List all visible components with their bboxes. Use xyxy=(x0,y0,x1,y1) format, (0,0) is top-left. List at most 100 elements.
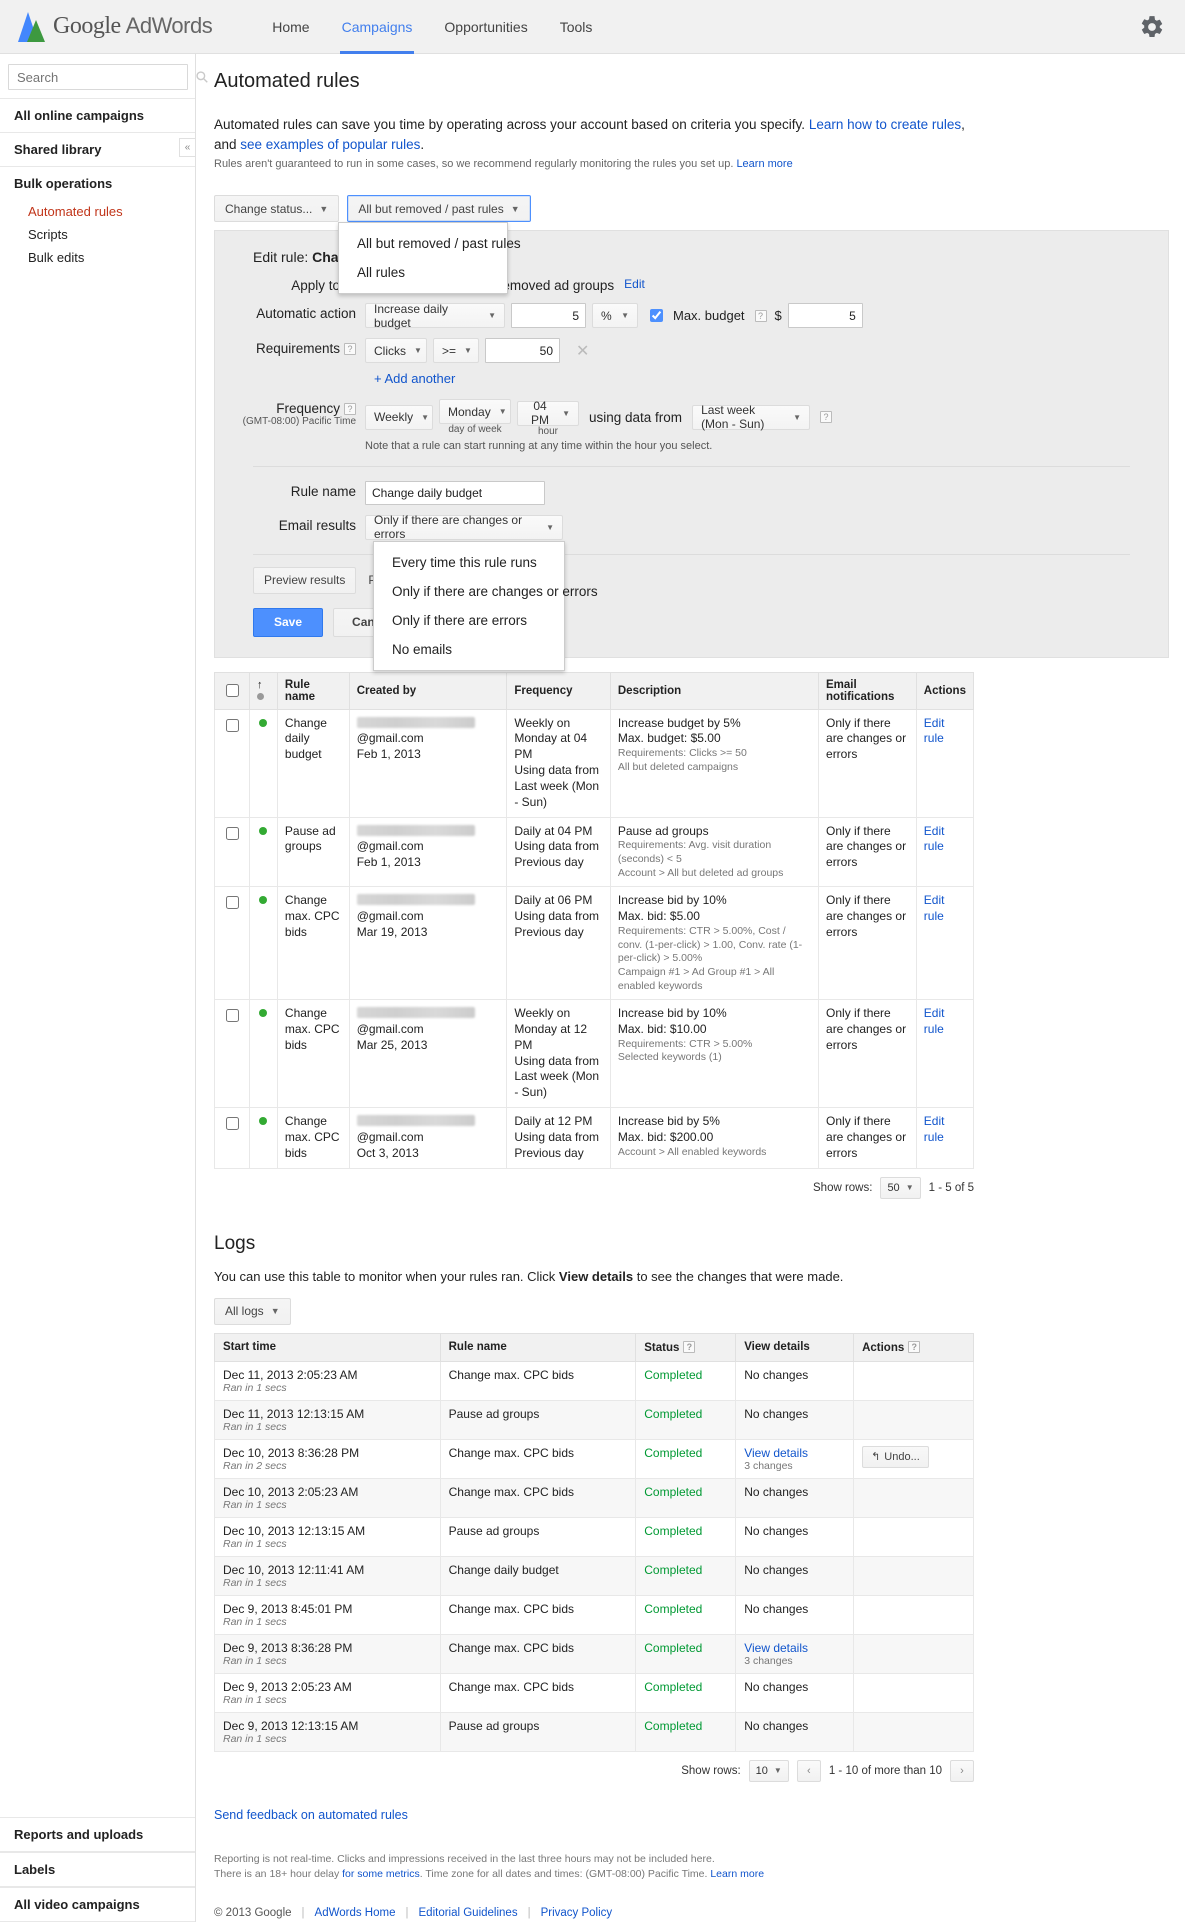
email-option-changes-or-errors[interactable]: Only if there are changes or errors xyxy=(374,577,598,606)
help-icon[interactable]: ? xyxy=(908,1340,921,1353)
sidebar-item-bulk-operations[interactable]: Bulk operations xyxy=(0,166,195,200)
header-log-rule-name[interactable]: Rule name xyxy=(439,1332,637,1362)
gear-icon[interactable] xyxy=(1139,14,1165,40)
header-view-details[interactable]: View details xyxy=(735,1332,855,1362)
add-another-requirement-link[interactable]: + Add another xyxy=(374,371,1148,386)
row-checkbox[interactable] xyxy=(226,826,239,840)
sidebar-item-shared-library[interactable]: Shared library xyxy=(0,132,195,166)
cell-log-rule-name: Change max. CPC bids xyxy=(439,1633,637,1674)
header-description[interactable]: Description xyxy=(609,671,820,710)
sidebar-item-all-online-campaigns[interactable]: All online campaigns xyxy=(0,98,195,132)
sidebar-item-bulk-edits[interactable]: Bulk edits xyxy=(0,246,195,269)
requirement-value-input[interactable] xyxy=(485,338,560,364)
view-details-link[interactable]: View details xyxy=(744,1641,808,1655)
change-status-button[interactable]: Change status... ▼ xyxy=(214,195,340,223)
logs-filter-button[interactable]: All logs ▼ xyxy=(214,1297,291,1325)
header-log-status[interactable]: Status? xyxy=(635,1332,737,1362)
cell-log-status: Completed xyxy=(635,1399,737,1440)
header-actions[interactable]: Actions xyxy=(915,671,975,710)
search-input[interactable] xyxy=(15,68,195,86)
close-icon[interactable]: ✕ xyxy=(576,341,589,361)
email-option-every-time[interactable]: Every time this rule runs xyxy=(374,548,564,577)
row-checkbox[interactable] xyxy=(226,1009,239,1023)
preview-results-button[interactable]: Preview results xyxy=(253,566,357,594)
header-created-by[interactable]: Created by xyxy=(348,671,508,710)
help-icon[interactable]: ? xyxy=(344,403,356,416)
header-start-time[interactable]: Start time xyxy=(214,1332,441,1362)
sidebar-item-all-video-campaigns[interactable]: All video campaigns xyxy=(0,1887,195,1922)
frequency-day-select[interactable]: Monday ▼ xyxy=(439,399,511,425)
view-details-link[interactable]: View details xyxy=(744,1446,808,1460)
row-checkbox[interactable] xyxy=(226,1117,239,1131)
action-amount-input[interactable] xyxy=(511,303,586,329)
header-rule-name[interactable]: Rule name xyxy=(276,671,350,710)
select-all-checkbox[interactable] xyxy=(226,684,239,698)
apply-to-edit-link[interactable]: Edit xyxy=(624,277,645,291)
edit-rule-link[interactable]: Edit rule xyxy=(924,1006,945,1036)
help-icon[interactable]: ? xyxy=(820,411,833,424)
header-email-notifications[interactable]: Email notifications xyxy=(818,671,917,710)
frequency-interval-select[interactable]: Weekly ▼ xyxy=(365,404,433,430)
footer-link-privacy-policy[interactable]: Privacy Policy xyxy=(541,1905,613,1922)
edit-rule-link[interactable]: Edit rule xyxy=(924,893,945,923)
link-learn-more-footer[interactable]: Learn more xyxy=(710,1868,764,1880)
adwords-logo[interactable]: Google AdWords xyxy=(18,11,213,42)
logs-next-page-button[interactable]: › xyxy=(950,1759,974,1782)
rules-filter-button[interactable]: All but removed / past rules ▼ xyxy=(347,195,531,223)
using-data-from-select[interactable]: Last week (Mon - Sun) ▼ xyxy=(692,403,811,431)
log-row: Dec 9, 2013 8:36:28 PM Ran in 1 secs Chan… xyxy=(214,1633,974,1674)
search-box[interactable] xyxy=(8,64,208,90)
max-budget-checkbox[interactable] xyxy=(650,309,663,323)
page-title: Automated rules xyxy=(214,70,360,92)
rules-show-rows-select[interactable]: 50 ▼ xyxy=(880,1176,921,1199)
nav-link-campaigns[interactable]: Campaigns xyxy=(326,0,429,54)
filter-option-all-but-removed[interactable]: All but removed / past rules xyxy=(339,229,521,258)
logs-show-rows-select[interactable]: 10 ▼ xyxy=(748,1759,789,1782)
nav-link-home[interactable]: Home xyxy=(256,0,325,54)
undo-button[interactable]: ↰ Undo... xyxy=(862,1445,929,1468)
sidebar-item-reports-and-uploads[interactable]: Reports and uploads xyxy=(0,1817,195,1853)
log-row: Dec 9, 2013 2:05:23 AM Ran in 1 secs Chan… xyxy=(214,1672,974,1713)
cell-log-rule-name: Change daily budget xyxy=(439,1555,637,1596)
edit-rule-link[interactable]: Edit rule xyxy=(924,716,945,746)
sidebar-item-automated-rules[interactable]: Automated rules xyxy=(0,200,195,223)
requirement-operator-select[interactable]: >= ▼ xyxy=(433,338,479,364)
frequency-hour-select[interactable]: 04 PM ▼ xyxy=(517,399,579,428)
link-see-examples[interactable]: see examples of popular rules xyxy=(240,137,420,152)
link-for-some-metrics[interactable]: for some metrics xyxy=(342,1868,420,1880)
footer-link-adwords-home[interactable]: AdWords Home xyxy=(315,1905,396,1922)
edit-rule-link[interactable]: Edit rule xyxy=(924,1114,945,1144)
save-button[interactable]: Save xyxy=(253,607,324,637)
logs-prev-page-button[interactable]: ‹ xyxy=(796,1759,821,1782)
nav-link-opportunities[interactable]: Opportunities xyxy=(428,0,543,54)
help-icon[interactable]: ? xyxy=(344,343,356,356)
requirement-metric-select[interactable]: Clicks ▼ xyxy=(365,338,427,364)
max-budget-input[interactable] xyxy=(787,303,863,329)
link-learn-more-intro[interactable]: Learn more xyxy=(736,158,792,170)
send-feedback-link[interactable]: Send feedback on automated rules xyxy=(214,1808,408,1822)
email-option-errors-only[interactable]: Only if there are errors xyxy=(374,606,564,635)
row-checkbox[interactable] xyxy=(226,718,239,732)
filter-option-all-rules[interactable]: All rules xyxy=(339,258,507,287)
header-frequency[interactable]: Frequency xyxy=(506,671,611,710)
action-type-select[interactable]: Increase daily budget ▼ xyxy=(365,302,505,330)
header-log-actions[interactable]: Actions? xyxy=(853,1332,974,1362)
sidebar-item-scripts[interactable]: Scripts xyxy=(0,223,195,246)
frequency-hour-value: 04 PM xyxy=(531,399,550,428)
email-option-no-emails[interactable]: No emails xyxy=(374,635,564,664)
rules-status-sort-header[interactable]: ↑ xyxy=(249,671,278,710)
intro-sub-text: Rules aren't guaranteed to run in some c… xyxy=(214,158,737,171)
help-icon[interactable]: ? xyxy=(683,1340,696,1353)
cell-log-status: Completed xyxy=(635,1438,737,1479)
sidebar-collapse-button[interactable]: « xyxy=(179,138,196,157)
help-icon[interactable]: ? xyxy=(754,309,767,322)
sidebar-item-labels[interactable]: Labels xyxy=(0,1852,195,1888)
link-learn-how-to-create-rules[interactable]: Learn how to create rules xyxy=(809,117,961,132)
email-results-select[interactable]: Only if there are changes or errors ▼ xyxy=(365,513,563,541)
edit-rule-link[interactable]: Edit rule xyxy=(924,824,945,854)
footer-link-editorial-guidelines[interactable]: Editorial Guidelines xyxy=(419,1905,518,1922)
nav-link-tools[interactable]: Tools xyxy=(544,0,609,54)
action-unit-select[interactable]: % ▼ xyxy=(592,303,638,329)
rule-name-input[interactable] xyxy=(365,480,545,505)
row-checkbox[interactable] xyxy=(226,896,239,910)
